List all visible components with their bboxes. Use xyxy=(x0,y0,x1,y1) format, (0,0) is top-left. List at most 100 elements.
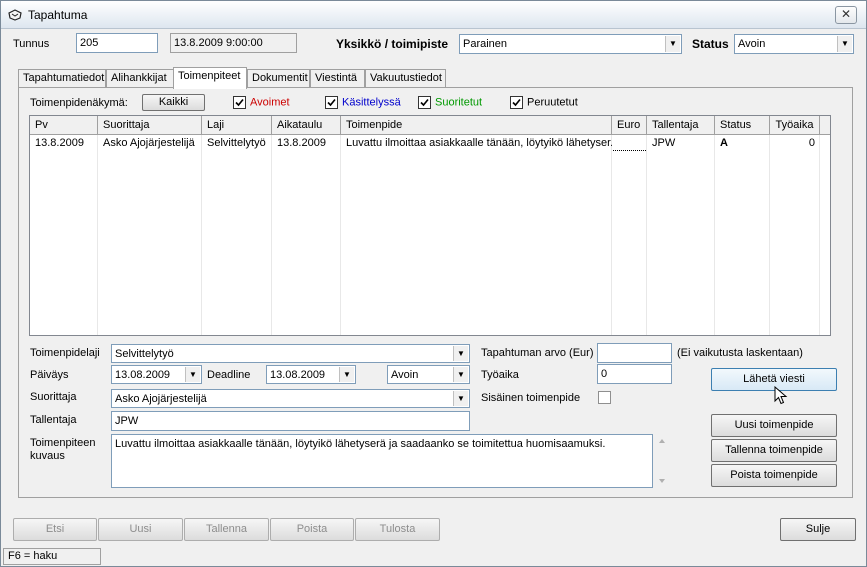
filter-kasittelyssa[interactable]: Käsittelyssä xyxy=(325,96,401,109)
deadline-label: Deadline xyxy=(207,369,251,381)
kasittelyssa-label: Käsittelyssä xyxy=(342,96,401,109)
avoimet-label: Avoimet xyxy=(250,96,290,109)
close-icon: ✕ xyxy=(840,7,852,21)
laji-value: Selvittelytyö xyxy=(115,348,174,360)
suorittaja-label: Suorittaja xyxy=(30,391,77,403)
delete-button[interactable]: Poista xyxy=(270,518,354,541)
col-laji[interactable]: Laji xyxy=(202,116,272,135)
title-bar: Tapahtuma ✕ xyxy=(1,1,866,29)
tab-vakuutustiedot[interactable]: Vakuutustiedot xyxy=(365,69,446,88)
cell-tallentaja: JPW xyxy=(652,137,676,149)
arvo-note: (Ei vaikutusta laskentaan) xyxy=(677,347,803,359)
paivays-label: Päiväys xyxy=(30,369,69,381)
print-button[interactable]: Tulosta xyxy=(355,518,440,541)
kuvaus-label-line1: Toimenpiteen xyxy=(30,437,96,449)
tab-toimenpiteet[interactable]: Toimenpiteet xyxy=(173,67,247,89)
grid-vline xyxy=(646,135,647,335)
col-tyoaika[interactable]: Työaika xyxy=(770,116,820,135)
cell-laji: Selvittelytyö xyxy=(207,137,266,149)
chevron-down-icon[interactable]: ▼ xyxy=(185,367,200,382)
cell-aikataulu: 13.8.2009 xyxy=(277,137,326,149)
grid-vline xyxy=(611,135,612,335)
chevron-down-icon[interactable]: ▼ xyxy=(665,36,680,52)
filter-peruutetut[interactable]: Peruutetut xyxy=(510,96,578,109)
close-window-button[interactable]: Sulje xyxy=(780,518,856,541)
tunnus-input[interactable]: 205 xyxy=(76,33,158,53)
new-action-button[interactable]: Uusi toimenpide xyxy=(711,414,837,437)
cell-pv: 13.8.2009 xyxy=(35,137,84,149)
yksikko-label: Yksikkö / toimipiste xyxy=(336,37,449,51)
chevron-down-icon[interactable]: ▼ xyxy=(339,367,354,382)
tyoaika-input[interactable]: 0 xyxy=(597,364,672,384)
suoritetut-label: Suoritetut xyxy=(435,96,483,109)
view-label: Toimenpidenäkymä: xyxy=(30,97,128,109)
search-button[interactable]: Etsi xyxy=(13,518,97,541)
status-bar-hint: F6 = haku xyxy=(3,548,101,565)
save-action-button[interactable]: Tallenna toimenpide xyxy=(711,439,837,462)
tab-dokumentit[interactable]: Dokumentit xyxy=(247,69,310,88)
filter-avoimet[interactable]: Avoimet xyxy=(233,96,290,109)
peruutetut-checkbox[interactable] xyxy=(510,96,523,109)
cell-status: A xyxy=(720,137,728,149)
toimenpide-status-value: Avoin xyxy=(391,369,419,381)
suoritetut-checkbox[interactable] xyxy=(418,96,431,109)
grid-vline xyxy=(201,135,202,335)
status-value: Avoin xyxy=(738,38,766,50)
arvo-input[interactable] xyxy=(597,343,672,363)
status-label: Status xyxy=(692,37,729,51)
laji-label: Toimenpidelaji xyxy=(30,347,100,359)
yksikko-value: Parainen xyxy=(463,38,508,50)
chevron-down-icon[interactable]: ▼ xyxy=(453,391,468,406)
col-status[interactable]: Status xyxy=(715,116,770,135)
col-toimenpide[interactable]: Toimenpide xyxy=(341,116,612,135)
app-icon xyxy=(7,7,23,23)
avoimet-checkbox[interactable] xyxy=(233,96,246,109)
peruutetut-label: Peruutetut xyxy=(527,96,578,109)
deadline-value: 13.08.2009 xyxy=(270,369,326,381)
col-aikataulu[interactable]: Aikataulu xyxy=(272,116,341,135)
col-pv[interactable]: Pv xyxy=(30,116,98,135)
tyoaika-label: Työaika xyxy=(481,369,519,381)
status-select[interactable]: Avoin ▼ xyxy=(734,34,854,54)
laji-select[interactable]: Selvittelytyö ▼ xyxy=(111,344,470,363)
close-button[interactable]: ✕ xyxy=(835,6,857,24)
kuvaus-scrollbar[interactable] xyxy=(655,434,669,488)
save-button[interactable]: Tallenna xyxy=(184,518,269,541)
kuvaus-textarea[interactable]: Luvattu ilmoittaa asiakkaalle tänään, lö… xyxy=(111,434,653,488)
tab-viestinta[interactable]: Viestintä xyxy=(310,69,365,88)
cell-euro[interactable] xyxy=(613,136,646,151)
new-button[interactable]: Uusi xyxy=(98,518,183,541)
tab-tapahtumatiedot[interactable]: Tapahtumatiedot xyxy=(18,69,106,88)
window-title: Tapahtuma xyxy=(28,8,88,22)
datetime-field: 13.8.2009 9:00:00 xyxy=(170,33,297,53)
tallentaja-input[interactable]: JPW xyxy=(111,411,470,431)
kuvaus-label-line2: kuvaus xyxy=(30,450,65,462)
cell-toimenpide: Luvattu ilmoittaa asiakkaalle tänään, lö… xyxy=(346,137,612,149)
suorittaja-select[interactable]: Asko Ajojärjestelijä ▼ xyxy=(111,389,470,408)
grid-vline xyxy=(271,135,272,335)
paivays-datepicker[interactable]: 13.08.2009 ▼ xyxy=(111,365,202,384)
grid-vline xyxy=(714,135,715,335)
toimenpide-status-select[interactable]: Avoin ▼ xyxy=(387,365,470,384)
col-tallentaja[interactable]: Tallentaja xyxy=(647,116,715,135)
mouse-cursor-icon xyxy=(774,385,790,409)
col-euro[interactable]: Euro xyxy=(612,116,647,135)
toimenpide-grid[interactable]: Pv Suorittaja Laji Aikataulu Toimenpide … xyxy=(29,115,831,336)
tab-alihankkijat[interactable]: Alihankkijat xyxy=(106,69,174,88)
all-button[interactable]: Kaikki xyxy=(142,94,205,111)
cell-tyoaika: 0 xyxy=(808,137,815,149)
filter-suoritetut[interactable]: Suoritetut xyxy=(418,96,482,109)
yksikko-select[interactable]: Parainen ▼ xyxy=(459,34,682,54)
col-filler xyxy=(820,116,830,135)
sisainen-checkbox[interactable] xyxy=(598,391,611,404)
chevron-down-icon[interactable]: ▼ xyxy=(453,346,468,361)
paivays-value: 13.08.2009 xyxy=(115,369,171,381)
grid-vline xyxy=(819,135,820,335)
delete-action-button[interactable]: Poista toimenpide xyxy=(711,464,837,487)
col-suorittaja[interactable]: Suorittaja xyxy=(98,116,202,135)
kasittelyssa-checkbox[interactable] xyxy=(325,96,338,109)
tunnus-label: Tunnus xyxy=(13,38,50,50)
chevron-down-icon[interactable]: ▼ xyxy=(453,367,468,382)
chevron-down-icon[interactable]: ▼ xyxy=(837,36,852,52)
deadline-datepicker[interactable]: 13.08.2009 ▼ xyxy=(266,365,356,384)
